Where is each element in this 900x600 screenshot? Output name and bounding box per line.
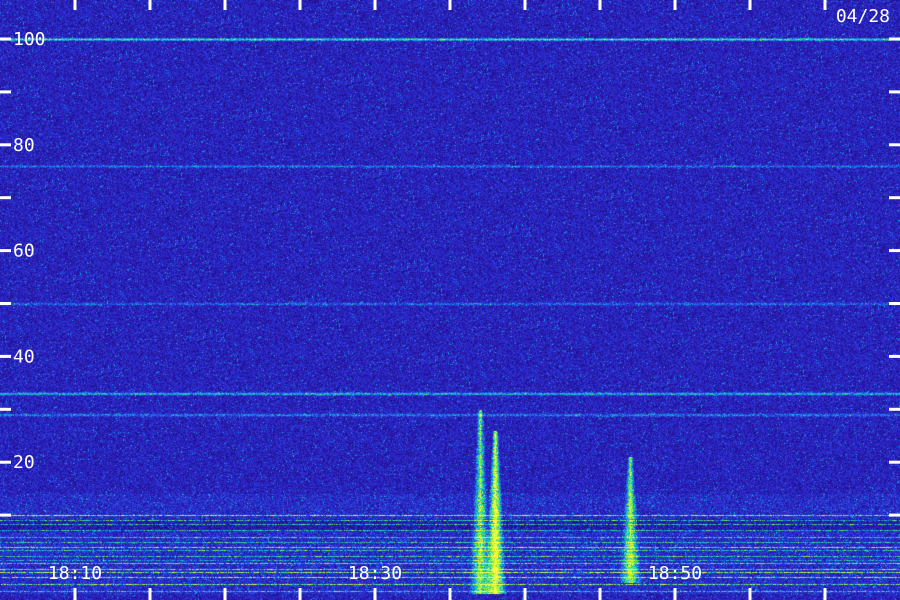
y-tick-label-100: 100 <box>13 29 46 50</box>
y-tick-10 <box>0 513 11 517</box>
y-tick-right-10 <box>889 513 900 517</box>
x-tick-1850 <box>673 588 677 600</box>
x-tick-top-1825 <box>298 0 302 10</box>
spectrogram-panel: 04/28 20 40 60 80 100 18:10 18:30 18:50 <box>0 0 900 600</box>
y-tick-90 <box>0 90 11 94</box>
x-tick-1810 <box>73 588 77 600</box>
y-tick-right-70 <box>889 196 900 200</box>
y-tick-right-90 <box>889 90 900 94</box>
x-tick-top-1900 <box>823 0 827 10</box>
x-tick-label-1810: 18:10 <box>48 563 102 584</box>
y-tick-right-20 <box>889 460 900 464</box>
x-tick-1900 <box>823 588 827 600</box>
y-tick-40 <box>0 354 11 358</box>
x-tick-top-1810 <box>73 0 77 10</box>
y-tick-80 <box>0 143 11 147</box>
y-tick-right-100 <box>889 37 900 41</box>
y-tick-label-20: 20 <box>13 452 35 473</box>
axis-overlay: 04/28 20 40 60 80 100 18:10 18:30 18:50 <box>0 0 900 600</box>
x-tick-1825 <box>298 588 302 600</box>
y-tick-label-60: 60 <box>13 241 35 262</box>
y-tick-100 <box>0 37 11 41</box>
y-tick-70 <box>0 196 11 200</box>
y-tick-label-40: 40 <box>13 346 35 367</box>
x-tick-1820 <box>223 588 227 600</box>
y-tick-right-50 <box>889 302 900 305</box>
x-tick-top-1835 <box>448 0 452 10</box>
y-axis: 20 40 60 80 100 <box>0 29 900 517</box>
x-tick-top-1845 <box>598 0 602 10</box>
x-tick-1845 <box>598 588 602 600</box>
date-label: 04/28 <box>836 6 890 27</box>
y-tick-right-60 <box>889 249 900 253</box>
y-tick-right-30 <box>889 407 900 411</box>
y-tick-20 <box>0 460 11 464</box>
x-tick-top-1855 <box>748 0 752 10</box>
x-tick-1855 <box>748 588 752 600</box>
x-tick-top-1815 <box>148 0 152 10</box>
y-tick-label-80: 80 <box>13 135 35 156</box>
x-tick-top-1840 <box>523 0 527 10</box>
x-tick-label-1850: 18:50 <box>648 563 702 584</box>
x-axis: 18:10 18:30 18:50 <box>48 0 827 600</box>
y-tick-right-40 <box>889 354 900 358</box>
x-tick-1840 <box>523 588 527 600</box>
x-tick-top-1830 <box>373 0 377 10</box>
x-tick-1835 <box>448 588 452 600</box>
y-tick-right-80 <box>889 143 900 147</box>
x-tick-1830 <box>373 588 377 600</box>
x-tick-1815 <box>148 588 152 600</box>
y-tick-60 <box>0 249 11 253</box>
y-tick-30 <box>0 407 11 411</box>
x-tick-top-1850 <box>673 0 677 10</box>
y-tick-50 <box>0 302 11 305</box>
x-tick-top-1820 <box>223 0 227 10</box>
x-tick-label-1830: 18:30 <box>348 563 402 584</box>
